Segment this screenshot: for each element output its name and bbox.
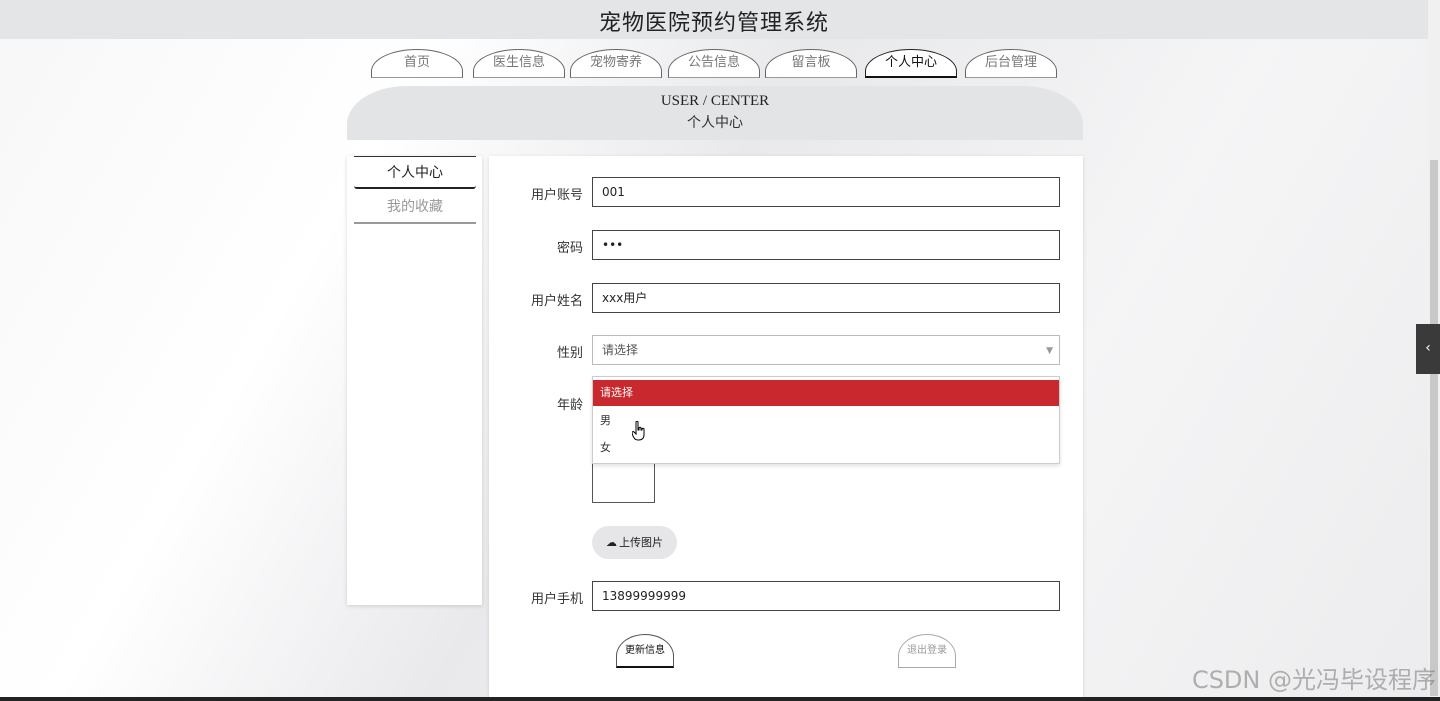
name-label: 用户姓名 — [530, 294, 583, 309]
watermark: CSDN @光冯毕设程序 — [1191, 666, 1436, 694]
banner-title-cn: 个人中心 — [687, 116, 743, 131]
account-label: 用户账号 — [530, 188, 583, 203]
site-title: 宠物医院预约管理系统 — [598, 11, 829, 36]
banner-title-en: USER / CENTER — [660, 93, 770, 109]
sidebar-item-favorites[interactable]: 我的收藏 — [354, 191, 476, 224]
nav-tab-home[interactable]: 首页 — [371, 49, 463, 78]
upload-image-button[interactable]: ☁ 上传图片 — [592, 526, 677, 559]
nav-tab-notices[interactable]: 公告信息 — [668, 49, 760, 78]
gender-label: 性别 — [556, 346, 583, 361]
sidebar-item-user-center[interactable]: 个人中心 — [354, 156, 476, 189]
password-label: 密码 — [556, 241, 583, 256]
section-banner: USER / CENTER 个人中心 — [347, 86, 1083, 140]
nav-tab-messages[interactable]: 留言板 — [765, 49, 857, 78]
gender-option-male[interactable]: 男 — [593, 408, 1059, 434]
top-header: 宠物医院预约管理系统 — [0, 0, 1428, 39]
sidebar: 个人中心 我的收藏 — [347, 156, 482, 605]
phone-input[interactable]: 13899999999 — [592, 581, 1060, 611]
phone-label: 用户手机 — [530, 592, 583, 607]
gender-dropdown: 请选择 男 女 — [592, 376, 1060, 464]
upload-image-label: 上传图片 — [619, 536, 663, 549]
nav-tab-admin[interactable]: 后台管理 — [965, 49, 1057, 78]
caret-down-icon: ▼ — [1046, 346, 1053, 356]
gender-select-value: 请选择 — [602, 343, 639, 357]
nav-tab-pet-boarding[interactable]: 宠物寄养 — [570, 49, 662, 78]
scrollbar-thumb[interactable] — [1430, 160, 1438, 696]
gender-option-female[interactable]: 女 — [593, 435, 1059, 461]
hand-cursor-icon — [632, 421, 645, 441]
nav-tab-user-center[interactable]: 个人中心 — [865, 49, 957, 78]
nav-tab-doctors[interactable]: 医生信息 — [473, 49, 565, 78]
password-input[interactable]: ••• — [592, 230, 1060, 260]
chevron-left-icon[interactable]: ‹ — [1416, 324, 1440, 374]
bottom-border — [0, 697, 1440, 701]
gender-option-placeholder[interactable]: 请选择 — [593, 380, 1059, 406]
account-input[interactable]: 001 — [592, 177, 1060, 207]
cloud-upload-icon: ☁ — [606, 536, 617, 549]
age-label: 年龄 — [556, 398, 583, 413]
name-input[interactable]: xxx用户 — [592, 283, 1060, 313]
gender-select[interactable]: 请选择 ▼ — [592, 335, 1060, 365]
